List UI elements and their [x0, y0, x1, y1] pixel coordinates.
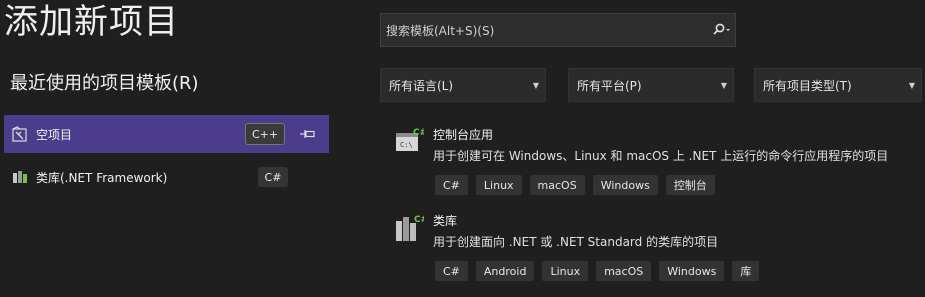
tag: Windows — [592, 175, 658, 195]
project-type-filter-label: 所有项目类型(T) — [763, 78, 852, 93]
console-app-icon: C:\ C# — [394, 127, 427, 159]
template-description: 用于创建面向 .NET 或 .NET Standard 的类库的项目 — [433, 235, 719, 249]
search-box[interactable]: 搜索模板(Alt+S)(S) — [380, 13, 736, 47]
platform-filter-label: 所有平台(P) — [577, 78, 642, 93]
template-tags: C# Android Linux macOS Windows 库 — [435, 261, 760, 281]
language-filter-dropdown[interactable]: 所有语言(L) ▼ — [380, 68, 546, 102]
tag: C# — [435, 261, 468, 281]
template-name: 类库(.NET Framework) — [36, 170, 168, 185]
language-badge: C++ — [245, 123, 285, 145]
tag: Linux — [475, 175, 522, 195]
search-input[interactable]: 搜索模板(Alt+S)(S) — [386, 22, 709, 39]
svg-text:C#: C# — [414, 215, 424, 225]
svg-text:C:\: C:\ — [400, 141, 413, 149]
platform-filter-dropdown[interactable]: 所有平台(P) ▼ — [568, 68, 734, 102]
tag: macOS — [529, 175, 585, 195]
search-icon[interactable] — [709, 23, 735, 37]
recent-templates-title: 最近使用的项目模板(R) — [10, 73, 199, 94]
chevron-down-icon: ▼ — [720, 80, 728, 90]
tag: macOS — [596, 261, 652, 281]
chevron-down-icon: ▼ — [532, 80, 540, 90]
page-title: 添加新项目 — [4, 2, 179, 42]
language-badge: C# — [258, 167, 288, 187]
tag: 库 — [732, 261, 760, 281]
recent-template-class-library[interactable]: 类库(.NET Framework) C# — [4, 158, 329, 196]
template-description: 用于创建可在 Windows、Linux 和 macOS 上 .NET 上运行的… — [433, 149, 889, 163]
empty-project-icon — [12, 126, 28, 142]
language-filter-label: 所有语言(L) — [389, 78, 454, 93]
class-library-icon: C# — [394, 213, 428, 245]
tag: Android — [475, 261, 535, 281]
template-name: 空项目 — [36, 127, 73, 142]
template-result-console-app[interactable]: C:\ C# 控制台应用 用于创建可在 Windows、Linux 和 macO… — [394, 127, 914, 197]
template-name: 类库 — [433, 214, 458, 228]
template-name: 控制台应用 — [433, 128, 494, 142]
tag: Windows — [659, 261, 725, 281]
tag: 控制台 — [665, 175, 715, 195]
class-library-icon — [12, 169, 28, 185]
chevron-down-icon: ▼ — [908, 80, 916, 90]
tag: C# — [435, 175, 468, 195]
svg-text:C#: C# — [413, 128, 424, 138]
recent-template-empty-project[interactable]: 空项目 C++ — [4, 115, 329, 153]
pin-icon[interactable] — [293, 128, 321, 140]
tag: Linux — [542, 261, 589, 281]
project-type-filter-dropdown[interactable]: 所有项目类型(T) ▼ — [754, 68, 922, 102]
template-tags: C# Linux macOS Windows 控制台 — [435, 175, 715, 195]
template-result-class-library[interactable]: C# 类库 用于创建面向 .NET 或 .NET Standard 的类库的项目… — [394, 213, 914, 283]
